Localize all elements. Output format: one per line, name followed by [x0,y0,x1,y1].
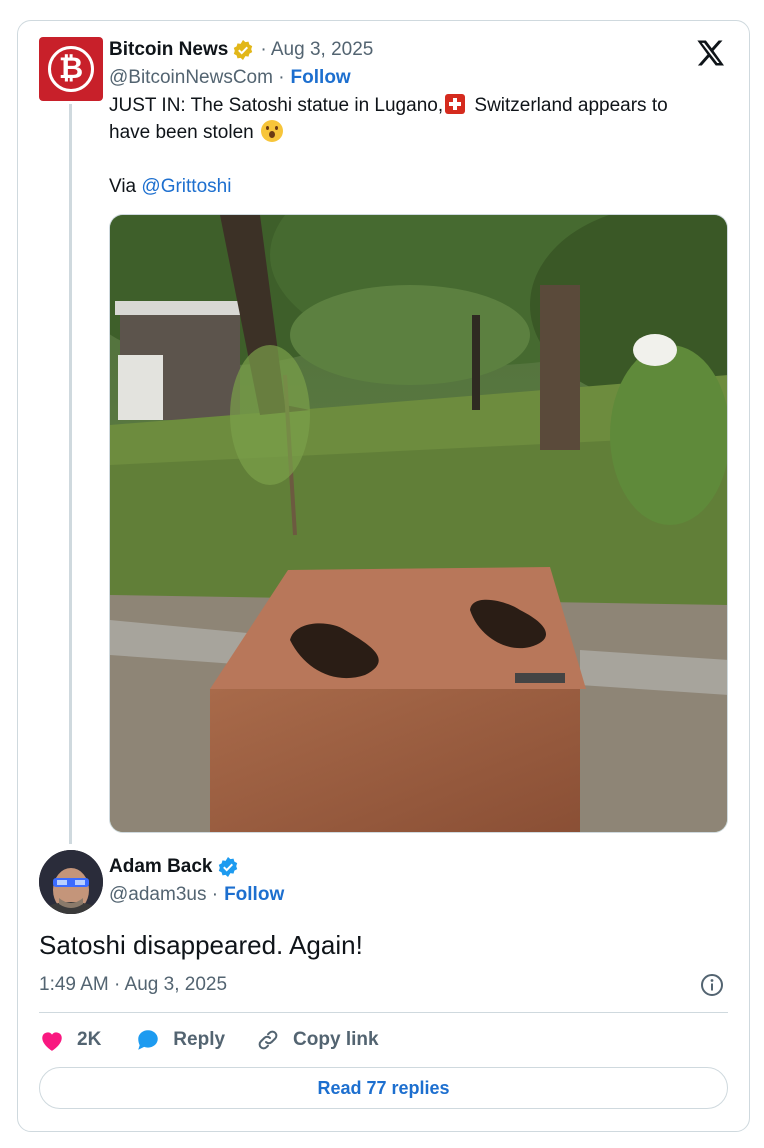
link-icon [258,1030,278,1050]
tweet-photo-empty-pedestal[interactable] [109,214,728,833]
tweet-timestamp[interactable]: 1:49 AM · Aug 3, 2025 [39,974,227,996]
blue-verified-badge-icon [218,857,237,877]
bitcoin-logo-icon: ₿ [48,46,94,92]
reply-bubble-icon [138,1030,159,1050]
main-follow-button[interactable]: Follow [224,884,284,906]
copy-link-button[interactable]: Copy link [255,1028,379,1052]
quoted-text-line2: have been stolen [109,122,254,143]
quoted-tweet-text: JUST IN: The Satoshi statue in Lugano, S… [109,92,709,200]
main-tweet-text: Satoshi disappeared. Again! [39,930,363,960]
gold-verified-badge-icon [234,40,253,60]
quoted-handle[interactable]: @BitcoinNewsCom · [109,67,285,89]
quoted-date[interactable]: · Aug 3, 2025 [260,39,373,61]
read-replies-button[interactable]: Read 77 replies [39,1067,728,1109]
heart-icon [42,1032,62,1051]
x-logo-icon[interactable] [695,38,725,68]
tweet-actions-bar: 2K Reply Copy link [39,1026,379,1054]
reply-label: Reply [173,1029,226,1050]
main-handle[interactable]: @adam3us · [109,884,218,906]
main-author-name[interactable]: Adam Back [109,856,213,878]
main-author-row: Adam Back [109,855,239,879]
surprised-face-icon [261,120,284,142]
thread-connector-line [69,104,72,844]
quoted-follow-button[interactable]: Follow [291,67,351,89]
bitcoin-news-avatar[interactable]: ₿ [39,37,103,101]
adam-back-avatar[interactable] [39,850,103,914]
quoted-author-name[interactable]: Bitcoin News [109,39,228,61]
swiss-flag-icon [445,94,466,114]
via-label: Via [109,176,137,197]
like-button[interactable]: 2K [39,1028,101,1052]
main-handle-row: @adam3us · Follow [109,883,284,907]
quoted-text-part2: Switzerland appears to [474,95,668,116]
copy-link-label: Copy link [293,1029,379,1050]
reply-button[interactable]: Reply [135,1028,225,1052]
quoted-author-row: Bitcoin News · Aug 3, 2025 [109,38,373,62]
quoted-handle-row: @BitcoinNewsCom · Follow [109,66,351,90]
like-count: 2K [77,1029,102,1050]
actions-divider [39,1012,728,1013]
info-icon[interactable] [700,973,724,997]
quoted-text-part1: JUST IN: The Satoshi statue in Lugano, [109,95,444,116]
via-mention-link[interactable]: @Grittoshi [141,176,231,197]
